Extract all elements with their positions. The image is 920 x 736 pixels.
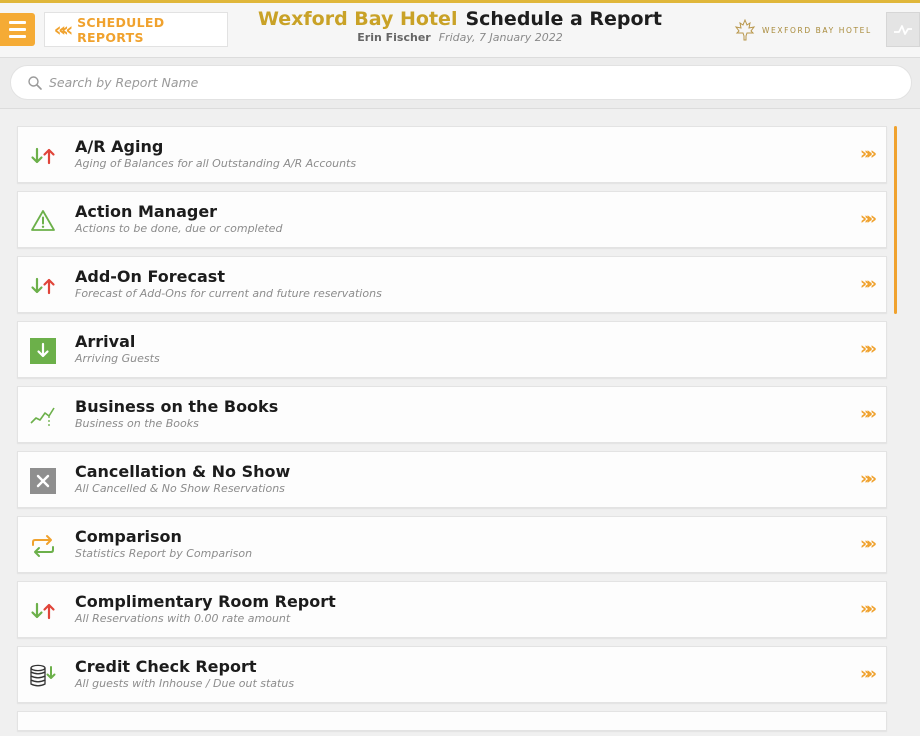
- report-list: A/R Aging Aging of Balances for all Outs…: [17, 126, 887, 736]
- current-date: Friday, 7 January 2022: [438, 31, 563, 44]
- maple-leaf-icon: [734, 19, 756, 41]
- report-title: Credit Check Report: [75, 657, 257, 676]
- logo-text: WEXFORD BAY HOTEL: [762, 25, 872, 35]
- report-row[interactable]: Credit Check Report All guests with Inho…: [17, 646, 887, 703]
- double-chevron-right-icon: »»: [860, 469, 877, 489]
- menu-icon-bar: [9, 21, 26, 24]
- double-chevron-right-icon: »»: [860, 534, 877, 554]
- search-bar[interactable]: [10, 65, 912, 100]
- activity-chart-button[interactable]: [886, 12, 920, 47]
- menu-icon-bar: [9, 28, 26, 31]
- report-subtitle: All guests with Inhouse / Due out status: [75, 677, 295, 690]
- double-chevron-right-icon: »»: [860, 274, 877, 294]
- report-title: Add-On Forecast: [75, 267, 225, 286]
- report-row[interactable]: Add-On Forecast Forecast of Add-Ons for …: [17, 256, 887, 313]
- header-bar: «« SCHEDULED REPORTS Wexford Bay Hotel Sc…: [0, 3, 920, 58]
- report-subtitle: Statistics Report by Comparison: [75, 547, 253, 560]
- report-title: A/R Aging: [75, 137, 164, 156]
- user-name: Erin Fischer: [357, 31, 431, 44]
- menu-icon-bar: [9, 35, 26, 38]
- double-chevron-left-icon: ««: [53, 18, 74, 41]
- report-title: Complimentary Room Report: [75, 592, 336, 611]
- double-chevron-right-icon: »»: [860, 339, 877, 359]
- coins-icon: [28, 661, 58, 691]
- report-row[interactable]: Cancellation & No Show All Cancelled & N…: [17, 451, 887, 508]
- report-row[interactable]: Comparison Statistics Report by Comparis…: [17, 516, 887, 573]
- report-row[interactable]: Complimentary Room Report All Reservatio…: [17, 581, 887, 638]
- double-chevron-right-icon: »»: [860, 664, 877, 684]
- back-button-label: SCHEDULED REPORTS: [77, 14, 165, 45]
- report-row[interactable]: Action Manager Actions to be done, due o…: [17, 191, 887, 248]
- report-subtitle: Aging of Balances for all Outstanding A/…: [75, 157, 357, 170]
- report-row[interactable]: Business on the Books Business on the Bo…: [17, 386, 887, 443]
- report-row[interactable]: Arrival Arriving Guests »»: [17, 321, 887, 378]
- report-title: Business on the Books: [75, 397, 279, 416]
- menu-button[interactable]: [0, 13, 35, 46]
- hotel-logo: WEXFORD BAY HOTEL: [734, 19, 872, 41]
- report-subtitle: Actions to be done, due or completed: [75, 222, 283, 235]
- double-chevron-right-icon: »»: [860, 404, 877, 424]
- compare-arrows-icon: [28, 531, 58, 561]
- page-title: Schedule a Report: [465, 8, 663, 30]
- report-subtitle: Business on the Books: [75, 417, 199, 430]
- scrollbar-thumb[interactable]: [894, 126, 897, 314]
- report-subtitle: Arriving Guests: [75, 352, 160, 365]
- report-title: Cancellation & No Show: [75, 462, 291, 481]
- arrival-icon: [28, 336, 58, 366]
- report-row-partial[interactable]: [17, 711, 887, 731]
- arrows-up-down-icon: [28, 596, 58, 626]
- hotel-name: Wexford Bay Hotel: [257, 8, 458, 30]
- scheduled-reports-back-button[interactable]: «« SCHEDULED REPORTS: [44, 12, 228, 47]
- report-subtitle: All Cancelled & No Show Reservations: [75, 482, 285, 495]
- report-title: Comparison: [75, 527, 182, 546]
- arrows-up-down-icon: [28, 141, 58, 171]
- report-subtitle: Forecast of Add-Ons for current and futu…: [75, 287, 382, 300]
- report-row[interactable]: A/R Aging Aging of Balances for all Outs…: [17, 126, 887, 183]
- double-chevron-right-icon: »»: [860, 599, 877, 619]
- search-icon: [27, 75, 43, 91]
- report-list-panel: A/R Aging Aging of Balances for all Outs…: [0, 108, 920, 736]
- report-subtitle: All Reservations with 0.00 rate amount: [75, 612, 291, 625]
- warning-icon: [28, 206, 58, 236]
- arrows-up-down-icon: [28, 271, 58, 301]
- search-input[interactable]: [47, 74, 871, 91]
- cancel-icon: [28, 466, 58, 496]
- header-titles: Wexford Bay Hotel Schedule a Report Erin …: [230, 8, 690, 44]
- trend-chart-icon: [28, 401, 58, 431]
- pulse-line-icon: [894, 24, 912, 35]
- double-chevron-right-icon: »»: [860, 144, 877, 164]
- double-chevron-right-icon: »»: [860, 209, 877, 229]
- report-title: Arrival: [75, 332, 136, 351]
- report-title: Action Manager: [75, 202, 218, 221]
